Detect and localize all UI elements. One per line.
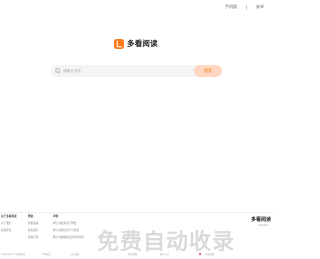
footer-brand-sub: duokan xyxy=(257,223,269,227)
search-icon xyxy=(55,68,61,74)
footer-link[interactable]: 阅读协议 xyxy=(1,228,17,232)
footer-col-statement: 声明 网上内容来源于网络 网上内容仅供学习交流 网上内容版权归原作者所有 xyxy=(53,214,84,242)
footer-col-heading: 关于多看阅读 xyxy=(1,215,17,218)
mobile-version-link[interactable]: 手机版 xyxy=(225,4,237,10)
search-input[interactable] xyxy=(63,66,183,76)
copyright-text: Copyright © 多看阅读 xyxy=(1,253,26,256)
footer-text: 网上内容版权归原作者所有 xyxy=(53,235,85,239)
status-dot-icon xyxy=(199,253,201,255)
footer-col-help: 帮助 隐私政策 联系我们 版权声明 xyxy=(28,214,38,242)
footer-col-heading: 声明 xyxy=(53,215,59,218)
footer-col-heading: 帮助 xyxy=(28,215,34,218)
footer-text: 网上内容仅供学习交流 xyxy=(53,228,79,232)
footer-link[interactable]: 联系我们 xyxy=(28,228,38,232)
footer-text: 网上内容来源于网络 xyxy=(53,221,77,225)
search-bar: 搜索 xyxy=(51,65,222,77)
footer-link[interactable]: 公安备案 xyxy=(70,252,79,256)
footer-link[interactable]: 关于我们 xyxy=(1,221,17,225)
nav-divider xyxy=(246,4,247,10)
footer-link[interactable]: 版权声明 xyxy=(28,235,38,239)
footer-brand: 多看阅读 xyxy=(250,217,271,223)
site-logo[interactable]: 多看阅读 xyxy=(114,38,158,49)
search-button[interactable]: 搜索 xyxy=(194,65,222,77)
footer-divider xyxy=(0,212,273,213)
site-name: 多看阅读 xyxy=(127,39,158,48)
footer-link[interactable]: ICP备案 xyxy=(42,252,50,256)
watermark-text: 免费自动收录 xyxy=(97,230,236,255)
footer-col-about: 关于多看阅读 关于我们 阅读协议 xyxy=(1,214,17,235)
footer-link[interactable]: 隐私政策 xyxy=(28,221,38,225)
logo-icon xyxy=(114,38,124,49)
top-nav: 手机版 安卓 xyxy=(225,3,273,11)
android-link[interactable]: 安卓 xyxy=(256,4,264,10)
